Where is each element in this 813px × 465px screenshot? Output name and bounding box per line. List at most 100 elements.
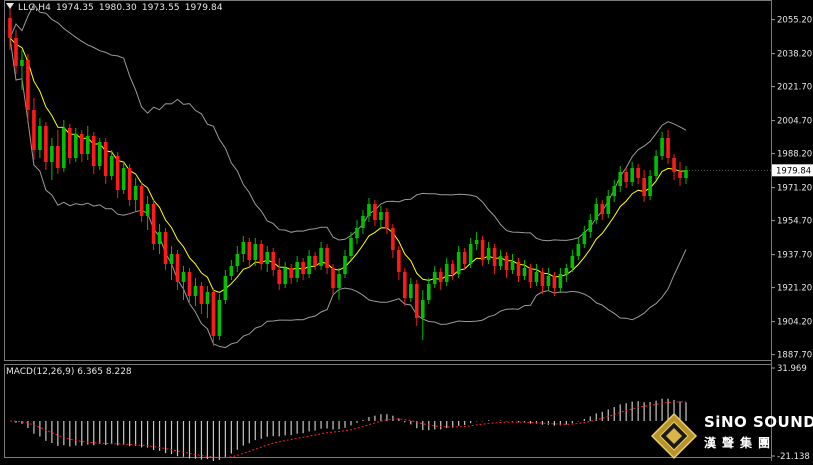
macd-histogram xyxy=(9,398,687,462)
candle xyxy=(313,252,317,270)
candle-body xyxy=(588,220,593,232)
candle-body xyxy=(38,126,42,150)
price-tick-label: 1971.20 xyxy=(777,184,812,194)
candle-body xyxy=(630,168,634,182)
candle xyxy=(510,254,515,274)
candle-body xyxy=(319,248,323,266)
candle-body xyxy=(205,292,210,304)
macd-label: MACD(12,26,9) xyxy=(6,367,75,377)
candle-body xyxy=(684,170,688,178)
candle-body xyxy=(343,256,347,274)
candle xyxy=(163,228,168,270)
candle-body xyxy=(510,262,515,270)
candle xyxy=(456,246,461,278)
candle-body xyxy=(642,178,646,196)
candle xyxy=(444,258,449,286)
candle xyxy=(139,182,144,222)
candle xyxy=(295,256,299,282)
candle xyxy=(44,122,48,170)
candle-body xyxy=(558,274,563,288)
candle-body xyxy=(492,248,497,266)
candle xyxy=(181,266,186,300)
candle xyxy=(325,244,329,274)
candle xyxy=(373,200,377,226)
candle-body xyxy=(151,204,156,244)
candle-body xyxy=(486,248,491,260)
candle-body xyxy=(391,228,395,250)
candle-body xyxy=(564,268,569,274)
candle-body xyxy=(259,244,264,264)
candle-body xyxy=(522,268,527,276)
high-value: 1980.30 xyxy=(98,3,137,13)
candle xyxy=(187,268,192,304)
candle-body xyxy=(301,262,305,274)
logo-cjk-text: 漢聲集團 xyxy=(704,436,777,450)
candle-body xyxy=(540,272,545,286)
candle xyxy=(50,138,54,180)
candle-body xyxy=(397,250,401,272)
candle xyxy=(391,224,395,258)
candle-body xyxy=(600,204,605,214)
candle-body xyxy=(241,242,246,254)
candle-body xyxy=(169,254,174,264)
candle-body xyxy=(349,238,353,256)
candle xyxy=(79,130,84,162)
candle xyxy=(247,238,252,266)
candle-body xyxy=(379,212,383,220)
candle-body xyxy=(283,268,287,284)
candle-body xyxy=(68,128,72,158)
candle-body xyxy=(606,196,611,214)
candle-body xyxy=(636,168,640,178)
sino-sound-logo: SiNO SOUND 漢聲集團 xyxy=(648,410,813,461)
candle-body xyxy=(438,272,443,282)
candle-body xyxy=(289,268,293,278)
candle-body xyxy=(570,256,575,268)
candle xyxy=(522,260,527,280)
candle-body xyxy=(307,256,311,274)
macd-main-value: 6.365 xyxy=(77,367,103,377)
candle-body xyxy=(85,136,90,154)
candle xyxy=(450,260,455,280)
candle xyxy=(241,236,246,262)
candle-body xyxy=(20,60,24,66)
candle-body xyxy=(193,286,198,296)
candle-body xyxy=(181,272,186,282)
candle-body xyxy=(44,126,48,162)
candle xyxy=(672,154,676,180)
candle xyxy=(127,164,132,206)
candle-body xyxy=(271,252,276,270)
candle-body xyxy=(121,168,126,190)
candle xyxy=(516,258,521,282)
price-tick-label: 1887.70 xyxy=(777,351,812,361)
candle xyxy=(678,162,682,186)
candle xyxy=(403,268,407,306)
candle-body xyxy=(8,18,12,38)
candle-body xyxy=(139,186,144,216)
chart-terminal: 2055.20 2038.20 2021.70 2004.70 1988.20 1971.… xyxy=(0,0,813,462)
candle xyxy=(193,278,198,306)
candle xyxy=(504,252,509,278)
candle-body xyxy=(420,300,425,318)
candle-body xyxy=(468,244,473,264)
candle xyxy=(301,258,305,280)
price-tick-label: 1921.20 xyxy=(777,284,812,294)
candle xyxy=(558,268,563,292)
candle xyxy=(169,246,174,280)
candle-body xyxy=(97,142,102,166)
candle xyxy=(103,138,108,184)
candle xyxy=(438,268,443,290)
symbol-label: LLG,H4 xyxy=(18,3,51,13)
candle-body xyxy=(546,276,551,286)
candle xyxy=(277,258,281,290)
candle xyxy=(642,170,646,202)
candle xyxy=(474,232,479,250)
price-tick-label: 1988.20 xyxy=(777,150,812,160)
candle-body xyxy=(444,264,449,282)
candle xyxy=(68,124,72,164)
dropdown-triangle-icon[interactable] xyxy=(6,3,14,9)
candle xyxy=(211,288,216,346)
candle-body xyxy=(187,272,192,296)
candle-body xyxy=(450,264,455,274)
candle-body xyxy=(594,204,599,220)
candle xyxy=(654,150,658,180)
